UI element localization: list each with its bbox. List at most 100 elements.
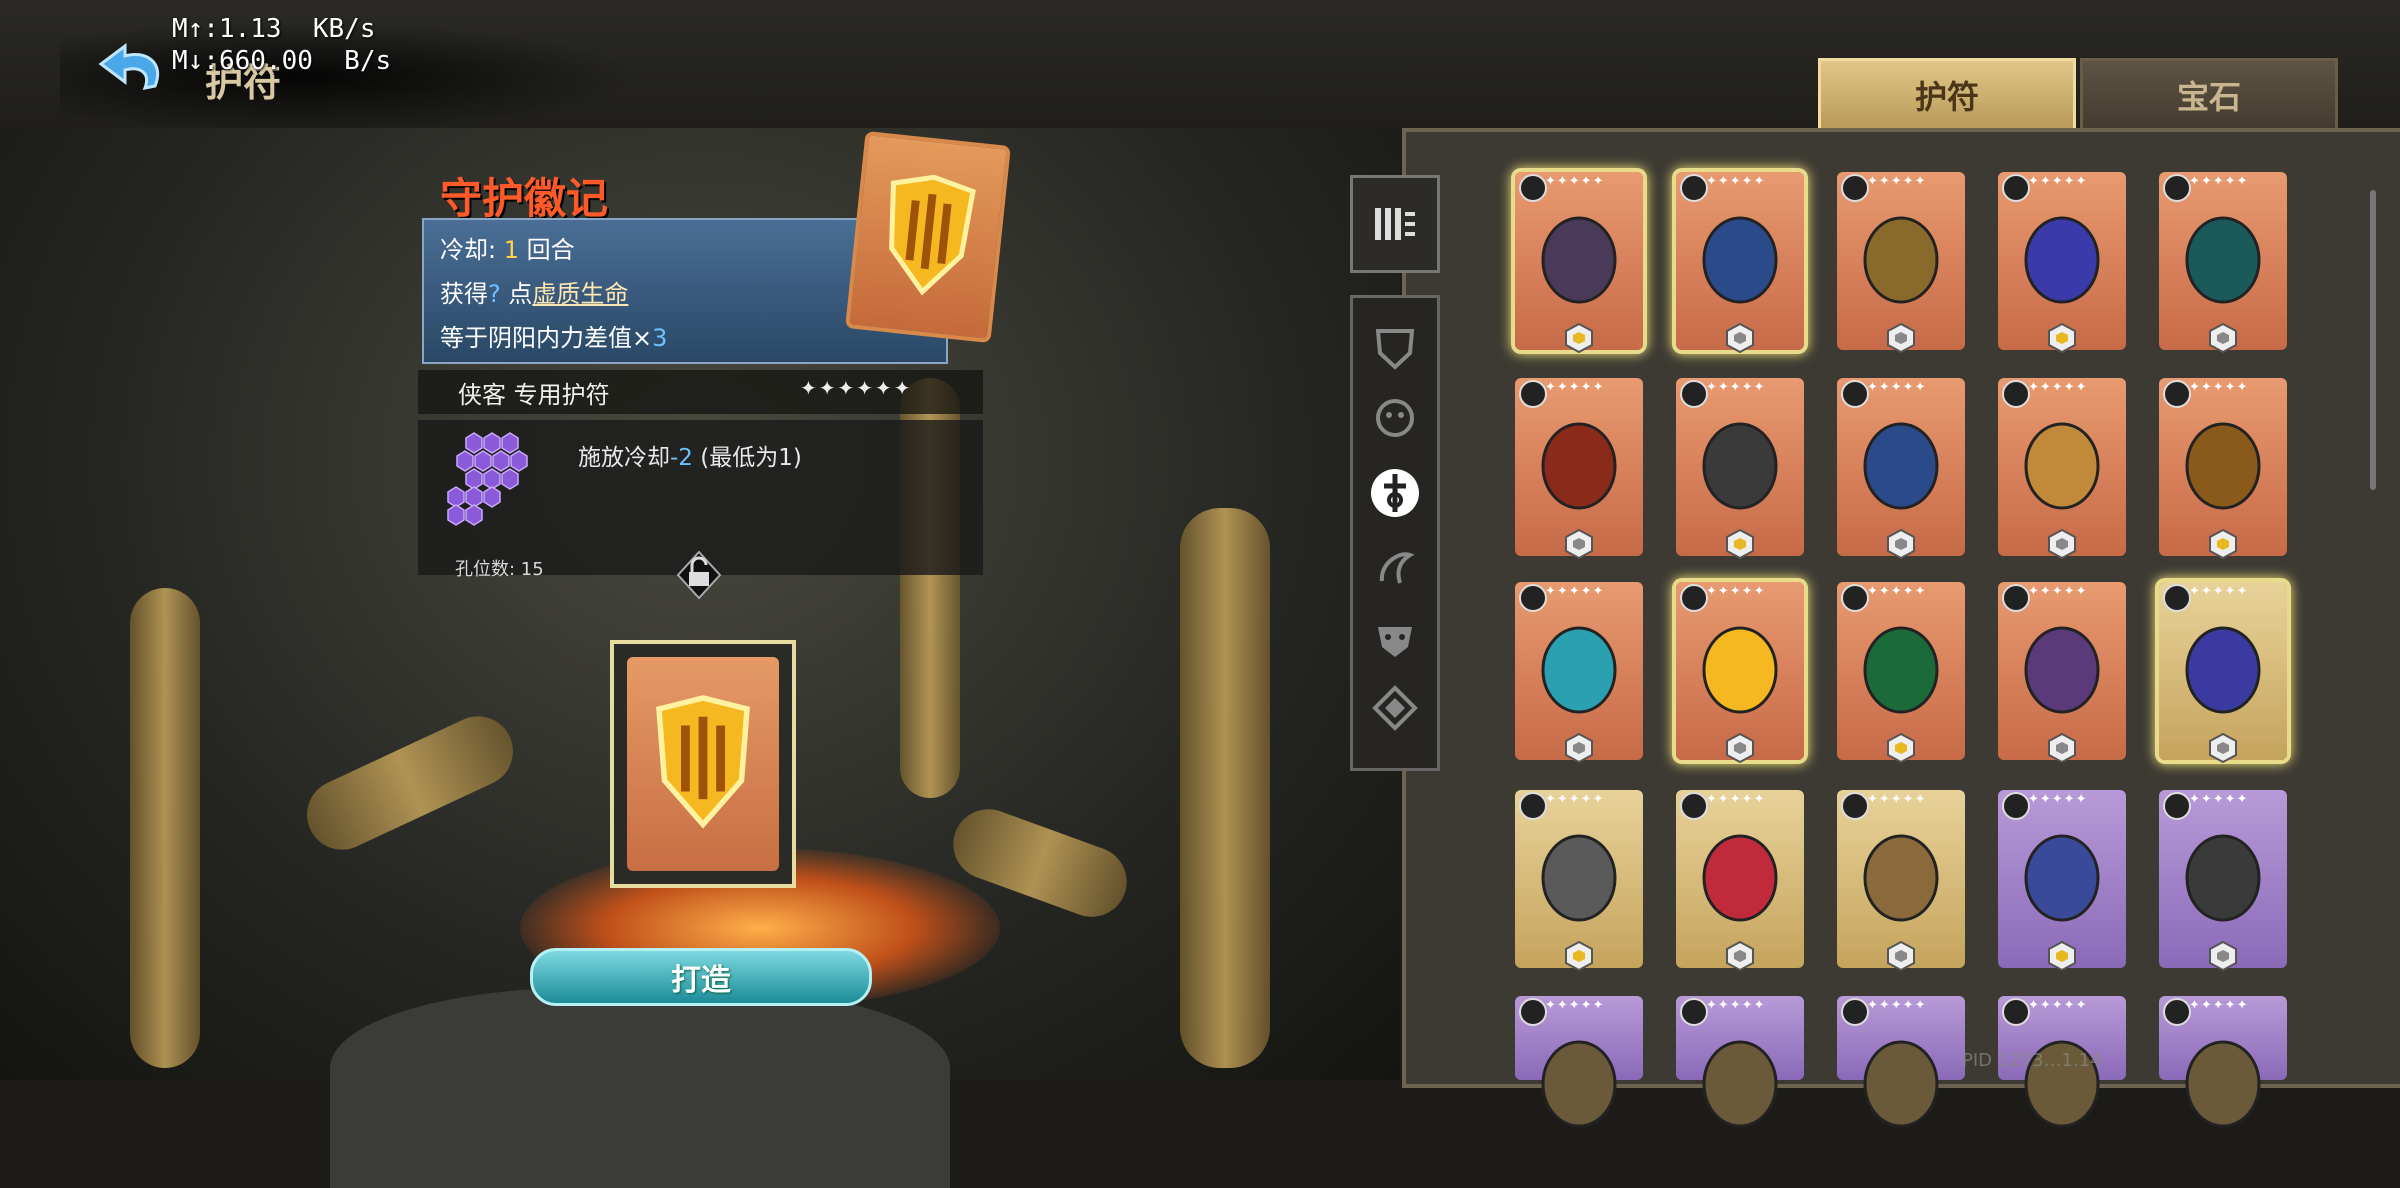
inventory-scrollbar[interactable] (2370, 190, 2376, 490)
unlock-icon[interactable] (676, 550, 722, 600)
socket-hex-icon (1726, 940, 1754, 972)
card-class-icon (2002, 998, 2030, 1026)
guardian-emblem-icon (889, 174, 976, 296)
gain-line: 获得? 点虚质生命 (440, 280, 629, 308)
filter-beast[interactable] (1365, 388, 1425, 448)
amulet-card-toad[interactable]: ✦✦✦✦✦ (1515, 790, 1643, 972)
guardian-emblem-icon (1702, 626, 1778, 714)
owner-label: 侠客 专用护符 (458, 381, 610, 409)
filter-mask[interactable] (1365, 608, 1425, 668)
amulet-card-glowing-tome[interactable]: ✦✦✦✦✦ (1998, 172, 2126, 354)
amber-necklace-icon (2024, 422, 2100, 510)
card-rarity-stars: ✦✦✦✦✦ (2189, 998, 2249, 1013)
purple-skull-icon (2024, 626, 2100, 714)
socket-hex-icon (1565, 322, 1593, 354)
socket-hex-icon (1887, 940, 1915, 972)
item-preview-card (845, 130, 1011, 344)
tab-gem[interactable]: 宝石 (2080, 58, 2338, 132)
musician-class-icon (1379, 552, 1415, 584)
card-rarity-stars: ✦✦✦✦✦ (1706, 792, 1766, 807)
card-rarity-stars: ✦✦✦✦✦ (2028, 174, 2088, 189)
blue-book-2-icon (1863, 422, 1939, 510)
socket-hex-icon (1565, 732, 1593, 764)
filter-diamond[interactable] (1365, 678, 1425, 738)
filter-all-button[interactable] (1350, 175, 1440, 273)
socket-hex-icon (1726, 528, 1754, 560)
card-rarity-stars: ✦✦✦✦✦ (2189, 792, 2249, 807)
item-name: 守护徽记 (440, 174, 609, 223)
amulet-card-guardian-emblem[interactable]: ✦✦✦✦✦ (1676, 582, 1804, 764)
tab-amulet[interactable]: 护符 (1818, 58, 2076, 132)
horn-icon (1863, 834, 1939, 922)
amulet-card-blue-book-2[interactable]: ✦✦✦✦✦ (1837, 378, 1965, 560)
class-filter-group (1350, 295, 1440, 771)
card-rarity-stars: ✦✦✦✦✦ (1867, 998, 1927, 1013)
amulet-card-blue-book[interactable]: ✦✦✦✦✦ (1676, 172, 1804, 354)
card-class-icon (2163, 792, 2191, 820)
amulet-card-crow-book[interactable]: ✦✦✦✦✦ (2159, 582, 2287, 764)
card-rarity-stars: ✦✦✦✦✦ (1545, 380, 1605, 395)
glowing-tome-icon (2024, 216, 2100, 304)
amulet-card-jade-pendant[interactable]: ✦✦✦✦✦ (2159, 172, 2287, 354)
card-rarity-stars: ✦✦✦✦✦ (1706, 998, 1766, 1013)
socket-hex-icon (2209, 940, 2237, 972)
blue-book-icon (1702, 216, 1778, 304)
socket-hex-icon (2048, 940, 2076, 972)
amulet-card-teal-feather[interactable]: ✦✦✦✦✦ (1515, 582, 1643, 764)
socket-hex-icon (2048, 732, 2076, 764)
card-class-icon (2002, 584, 2030, 612)
gold-bracelet-icon (2185, 422, 2261, 510)
green-token-icon (1863, 626, 1939, 714)
toad-icon (1541, 834, 1617, 922)
card-rarity-stars: ✦✦✦✦✦ (1545, 792, 1605, 807)
row5-2-icon (1702, 1040, 1778, 1128)
filter-musician[interactable] (1365, 538, 1425, 598)
teal-feather-icon (1541, 626, 1617, 714)
card-class-icon (1680, 174, 1708, 202)
amulet-card-gold-helmet[interactable]: ✦✦✦✦✦ (1837, 172, 1965, 354)
amulet-card-staff[interactable]: ✦✦✦✦✦ (2159, 790, 2287, 972)
card-rarity-stars: ✦✦✦✦✦ (1706, 584, 1766, 599)
card-class-icon (1680, 792, 1708, 820)
amulet-card-gold-bracelet[interactable]: ✦✦✦✦✦ (2159, 378, 2287, 560)
socket-hex-icon (2048, 528, 2076, 560)
amulet-card-row5-5[interactable]: ✦✦✦✦✦ (2159, 996, 2287, 1128)
card-rarity-stars: ✦✦✦✦✦ (1545, 584, 1605, 599)
swordsman-class-icon (1371, 469, 1419, 517)
card-class-icon (2163, 998, 2191, 1026)
bead-necklace-icon (1702, 422, 1778, 510)
amulet-card-horn[interactable]: ✦✦✦✦✦ (1837, 790, 1965, 972)
forge-target-card[interactable] (610, 640, 796, 888)
socket-hex-icon (2209, 732, 2237, 764)
forge-button[interactable]: 打造 (530, 948, 872, 1006)
card-rarity-stars: ✦✦✦✦✦ (2028, 792, 2088, 807)
amulet-card-purple-book[interactable]: ✦✦✦✦✦ (1998, 790, 2126, 972)
amulet-card-red-vest[interactable]: ✦✦✦✦✦ (1515, 378, 1643, 560)
amulet-card-row5-2[interactable]: ✦✦✦✦✦ (1676, 996, 1804, 1128)
life-ring-icon (1702, 834, 1778, 922)
back-button[interactable] (95, 42, 173, 104)
amulet-card-purple-skull[interactable]: ✦✦✦✦✦ (1998, 582, 2126, 764)
amulet-card-life-ring[interactable]: ✦✦✦✦✦ (1676, 790, 1804, 972)
filter-swordsman[interactable] (1365, 463, 1425, 523)
card-rarity-stars: ✦✦✦✦✦ (1706, 174, 1766, 189)
amulet-card-bead-necklace[interactable]: ✦✦✦✦✦ (1676, 378, 1804, 560)
card-class-icon (2163, 380, 2191, 408)
amulet-card-row5-1[interactable]: ✦✦✦✦✦ (1515, 996, 1643, 1128)
card-class-icon (1680, 998, 1708, 1026)
mask-icon (1541, 216, 1617, 304)
amulet-card-amber-necklace[interactable]: ✦✦✦✦✦ (1998, 378, 2126, 560)
rarity-stars: ✦✦✦✦✦✦ (800, 376, 913, 400)
socket-hex-icon (2209, 528, 2237, 560)
filter-shield[interactable] (1365, 318, 1425, 378)
socket-hex-icon (1565, 940, 1593, 972)
amulet-card-mask[interactable]: ✦✦✦✦✦ (1515, 172, 1643, 354)
crow-book-icon (2185, 626, 2261, 714)
amulet-card-row5-3[interactable]: ✦✦✦✦✦ (1837, 996, 1965, 1128)
card-class-icon (1841, 380, 1869, 408)
beast-class-icon (1376, 399, 1414, 437)
socket-effect: 施放冷却-2 (最低为1) (578, 445, 802, 471)
card-rarity-stars: ✦✦✦✦✦ (2189, 380, 2249, 395)
card-class-icon (2002, 380, 2030, 408)
amulet-card-green-token[interactable]: ✦✦✦✦✦ (1837, 582, 1965, 764)
